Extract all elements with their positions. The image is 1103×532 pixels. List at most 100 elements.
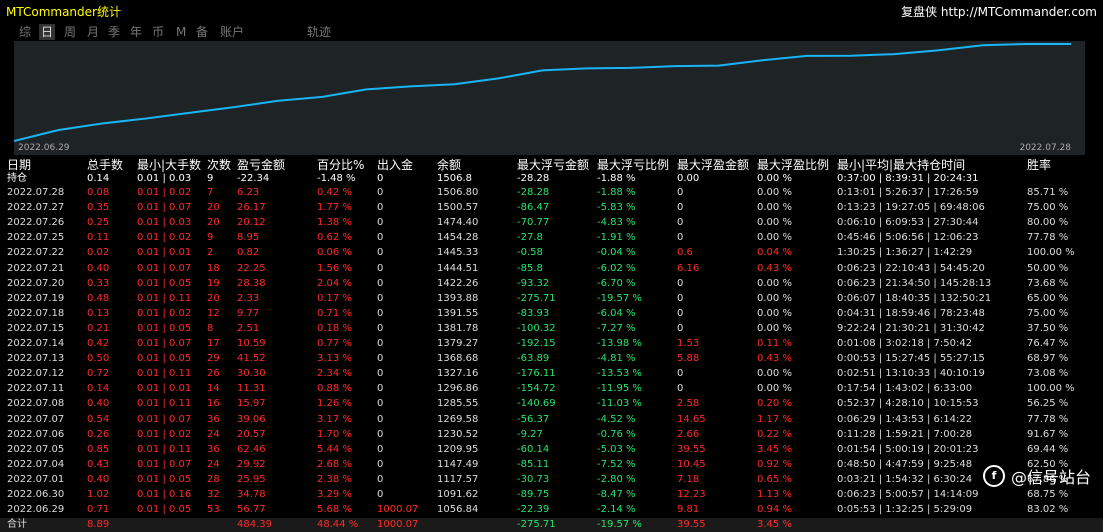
table-cell: 0.01 | 0.02 bbox=[137, 232, 192, 244]
period-tabs: 综日周月季年币 M 备账户 轨迹 bbox=[0, 22, 1103, 41]
table-cell: 39.06 bbox=[237, 413, 266, 425]
table-cell: 0.01 | 0.05 bbox=[137, 504, 192, 516]
table-cell: 484.39 bbox=[237, 519, 272, 531]
table-cell: 0 bbox=[377, 217, 384, 229]
table-cell: 37.50 % bbox=[1027, 322, 1069, 334]
table-cell: 62.46 bbox=[237, 443, 266, 455]
table-cell: 0.01 | 0.11 bbox=[137, 398, 192, 410]
table-cell: 0.88 % bbox=[317, 383, 352, 395]
table-cell: 0 bbox=[377, 322, 384, 334]
table-cell: 1.02 bbox=[87, 489, 110, 500]
balance-chart bbox=[14, 41, 1085, 155]
table-cell: -140.69 bbox=[517, 398, 556, 410]
table-cell: 0.00 % bbox=[757, 307, 792, 319]
table-cell: 2022.07.14 bbox=[7, 338, 65, 349]
table-cell: 3.17 % bbox=[317, 413, 352, 425]
table-cell: -86.47 bbox=[517, 202, 550, 214]
table-cell: 17 bbox=[207, 338, 220, 349]
table-cell: 2.51 bbox=[237, 322, 260, 334]
table-cell: 73.68 % bbox=[1027, 277, 1069, 289]
table-cell: -6.04 % bbox=[597, 307, 636, 319]
table-cell: 12.23 bbox=[677, 489, 706, 500]
table-cell: 1381.78 bbox=[437, 322, 479, 334]
watermark: f @信号站台 bbox=[982, 464, 1091, 488]
table-cell: 0.33 bbox=[87, 277, 110, 289]
table-cell: 0.01 | 0.02 bbox=[137, 187, 192, 198]
table-cell: 1422.26 bbox=[437, 277, 479, 289]
table-cell: 100.00 % bbox=[1027, 383, 1075, 395]
table-cell: 8 bbox=[207, 322, 214, 334]
table-cell: 1506.80 bbox=[437, 187, 479, 198]
table-cell: 0.01 | 0.05 bbox=[137, 473, 192, 485]
column-header: 出入金 bbox=[377, 158, 414, 172]
table-cell: -22.34 bbox=[237, 173, 270, 184]
table-cell: 0.01 | 0.05 bbox=[137, 353, 192, 365]
table-cell: -0.58 bbox=[517, 247, 543, 259]
table-row: 2022.07.05 0.85 0.01 | 0.11 36 62.46 5.44 % 0 1… bbox=[0, 443, 1103, 457]
table-cell: 0.01 | 0.05 bbox=[137, 277, 192, 289]
table-row: 2022.07.15 0.21 0.01 | 0.05 8 2.51 0.18 % 0 138… bbox=[0, 322, 1103, 336]
table-cell: 0:13:23 | 19:27:05 | 69:48:06 bbox=[837, 202, 985, 214]
table-cell: 20 bbox=[207, 202, 220, 214]
watermark-text: @信号站台 bbox=[1010, 468, 1091, 487]
tab-0[interactable]: 综 bbox=[17, 24, 33, 40]
brand-link[interactable]: 复盘侠 http://MTCommander.com bbox=[901, 3, 1097, 20]
table-cell: 26.17 bbox=[237, 202, 266, 214]
tab-1[interactable]: 日 bbox=[39, 24, 56, 40]
tab-2[interactable]: 周 bbox=[62, 24, 78, 40]
table-row: 2022.07.21 0.40 0.01 | 0.07 18 22.25 1.56 % 0 1… bbox=[0, 262, 1103, 276]
table-row: 2022.06.30 1.02 0.01 | 0.16 32 34.78 3.29 % 0 1… bbox=[0, 488, 1103, 502]
table-cell: 0.26 bbox=[87, 428, 110, 440]
table-cell: 1393.88 bbox=[437, 292, 479, 304]
table-cell: 0:01:08 | 3:02:18 | 7:50:42 bbox=[837, 338, 973, 349]
table-cell: -13.53 % bbox=[597, 368, 642, 380]
column-header: 最大浮盈金额 bbox=[677, 158, 750, 172]
balance-chart-svg bbox=[14, 43, 1071, 142]
column-header: 最小|大手数 bbox=[137, 158, 202, 172]
column-header: 日期 bbox=[7, 158, 32, 172]
table-cell: 2 bbox=[207, 247, 214, 259]
table-cell: -275.71 bbox=[517, 519, 556, 531]
tab-5[interactable]: 年 bbox=[128, 24, 144, 40]
table-cell: 2022.07.27 bbox=[7, 202, 65, 214]
table-cell: 1147.49 bbox=[437, 458, 479, 470]
tab-10[interactable]: 轨迹 bbox=[305, 24, 333, 40]
table-cell: 0:06:07 | 18:40:35 | 132:50:21 bbox=[837, 292, 992, 304]
table-row: 2022.07.07 0.54 0.01 | 0.07 36 39.06 3.17 % 0 1… bbox=[0, 413, 1103, 427]
table-cell: 0.08 bbox=[87, 187, 110, 198]
table-cell: 2022.07.22 bbox=[7, 247, 65, 259]
table-cell: -176.11 bbox=[517, 368, 556, 380]
table-cell: 16 bbox=[207, 398, 220, 410]
table-cell: 2.04 % bbox=[317, 277, 352, 289]
tab-8[interactable]: 备 bbox=[194, 24, 210, 40]
table-cell: 76.47 % bbox=[1027, 338, 1069, 349]
tab-4[interactable]: 季 bbox=[106, 24, 122, 40]
table-cell: 2022.07.21 bbox=[7, 262, 65, 274]
table-cell: 9.77 bbox=[237, 307, 260, 319]
tab-7[interactable]: M bbox=[174, 24, 188, 40]
table-cell: 1454.28 bbox=[437, 232, 479, 244]
table-row: 2022.07.20 0.33 0.01 | 0.05 19 28.38 2.04 % 0 1… bbox=[0, 277, 1103, 291]
column-header: 最大浮亏比例 bbox=[597, 158, 670, 172]
tab-6[interactable]: 币 bbox=[150, 24, 166, 40]
tab-3[interactable]: 月 bbox=[85, 24, 101, 40]
table-cell: 0.77 % bbox=[317, 338, 352, 349]
table-cell: -0.04 % bbox=[597, 247, 636, 259]
table-cell: 1.17 % bbox=[757, 413, 792, 425]
table-cell: 1000.07 bbox=[377, 519, 419, 531]
table-cell: 9.81 bbox=[677, 504, 700, 516]
table-cell: 41.52 bbox=[237, 353, 266, 365]
table-cell: 0 bbox=[677, 277, 684, 289]
table-row: 2022.07.14 0.42 0.01 | 0.07 17 10.59 0.77 % 0 1… bbox=[0, 337, 1103, 351]
table-cell: 0.06 % bbox=[317, 247, 352, 259]
table-cell: 0:11:28 | 1:59:21 | 7:00:28 bbox=[837, 428, 973, 440]
tab-9[interactable]: 账户 bbox=[218, 24, 246, 40]
table-cell: 0.00 % bbox=[757, 173, 792, 184]
table-cell: -7.52 % bbox=[597, 458, 636, 470]
table-cell: 0:45:46 | 5:06:56 | 12:06:23 bbox=[837, 232, 979, 244]
table-cell: 68.97 % bbox=[1027, 353, 1069, 365]
table-cell: 20.57 bbox=[237, 428, 266, 440]
table-cell: 0 bbox=[377, 307, 384, 319]
table-cell: 53 bbox=[207, 504, 220, 516]
table-cell: 0.85 bbox=[87, 443, 110, 455]
